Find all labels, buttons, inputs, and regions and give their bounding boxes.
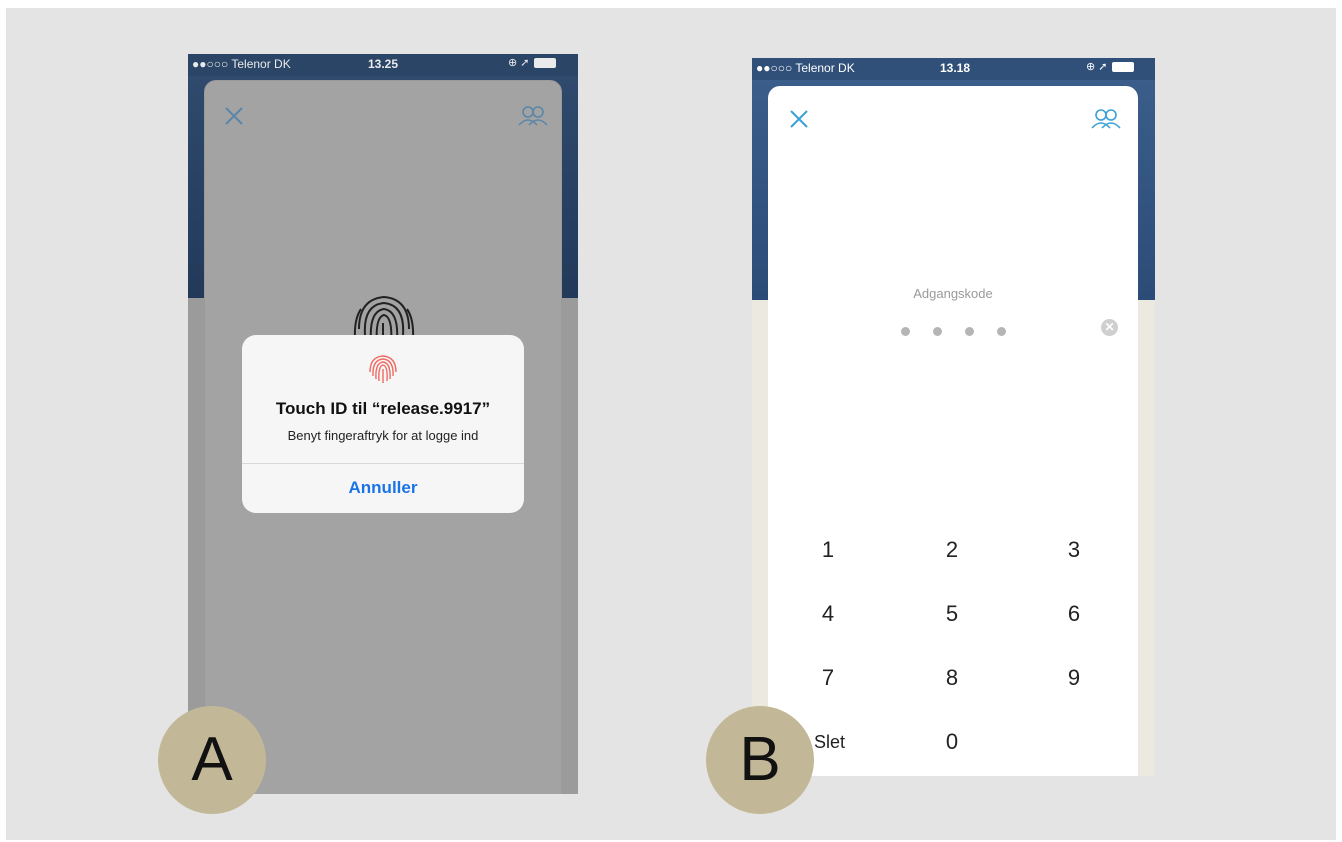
keypad-key-5[interactable]: 5: [922, 594, 982, 634]
cancel-button[interactable]: Annuller: [242, 463, 524, 513]
clock-time: 13.25: [368, 57, 399, 71]
passcode-dot: [933, 327, 942, 336]
status-indicators: ⊕ ➚: [1086, 60, 1134, 73]
passcode-dot: [901, 327, 910, 336]
dialog-subtitle: Benyt fingeraftryk for at logge ind: [287, 428, 479, 443]
phone-a-screen: ●●○○○ Telenor DK 13.25 ⊕ ➚ Touch ID til …: [188, 54, 578, 794]
battery-icon: [533, 58, 556, 69]
label-badge-b: B: [706, 706, 814, 814]
passcode-dot: [997, 327, 1006, 336]
passcode-dot: [965, 327, 974, 336]
keypad-key-2[interactable]: 2: [922, 530, 982, 570]
dialog-title: Touch ID til “release.9917”: [275, 399, 491, 418]
status-bar: ●●○○○ Telenor DK 13.18 ⊕ ➚: [752, 58, 1155, 80]
keypad-key-0[interactable]: 0: [922, 722, 982, 762]
carrier-label: ●●○○○ Telenor DK: [192, 57, 291, 71]
delete-button[interactable]: Slet: [814, 722, 874, 762]
fingerprint-icon: [369, 355, 397, 383]
people-icon[interactable]: [1090, 108, 1122, 130]
clock-time: 13.18: [940, 61, 971, 75]
keypad-key-4[interactable]: 4: [798, 594, 858, 634]
keypad-key-1[interactable]: 1: [798, 530, 858, 570]
keypad-key-6[interactable]: 6: [1044, 594, 1104, 634]
phone-b-screen: ●●○○○ Telenor DK 13.18 ⊕ ➚ Adgangskode ✕…: [752, 58, 1155, 776]
battery-icon: [1111, 62, 1134, 73]
keypad-key-9[interactable]: 9: [1044, 658, 1104, 698]
clear-passcode-button[interactable]: ✕: [1101, 319, 1118, 336]
status-bar: ●●○○○ Telenor DK 13.25 ⊕ ➚: [188, 54, 578, 76]
touch-id-dialog: Touch ID til “release.9917” Benyt finger…: [242, 335, 524, 513]
status-indicators: ⊕ ➚: [508, 56, 556, 69]
close-icon[interactable]: [788, 108, 810, 130]
label-badge-a: A: [158, 706, 266, 814]
content-background: [752, 300, 768, 776]
close-icon[interactable]: [223, 105, 245, 127]
passcode-label: Adgangskode: [913, 286, 993, 301]
keypad-key-3[interactable]: 3: [1044, 530, 1104, 570]
keypad-key-8[interactable]: 8: [922, 658, 982, 698]
carrier-label: ●●○○○ Telenor DK: [756, 61, 855, 75]
keypad-key-7[interactable]: 7: [798, 658, 858, 698]
passcode-dots: [901, 323, 1029, 336]
login-card: Adgangskode ✕ 1 2 3 4 5 6 7 8 9 Slet 0: [768, 86, 1138, 776]
people-icon[interactable]: [517, 105, 549, 127]
